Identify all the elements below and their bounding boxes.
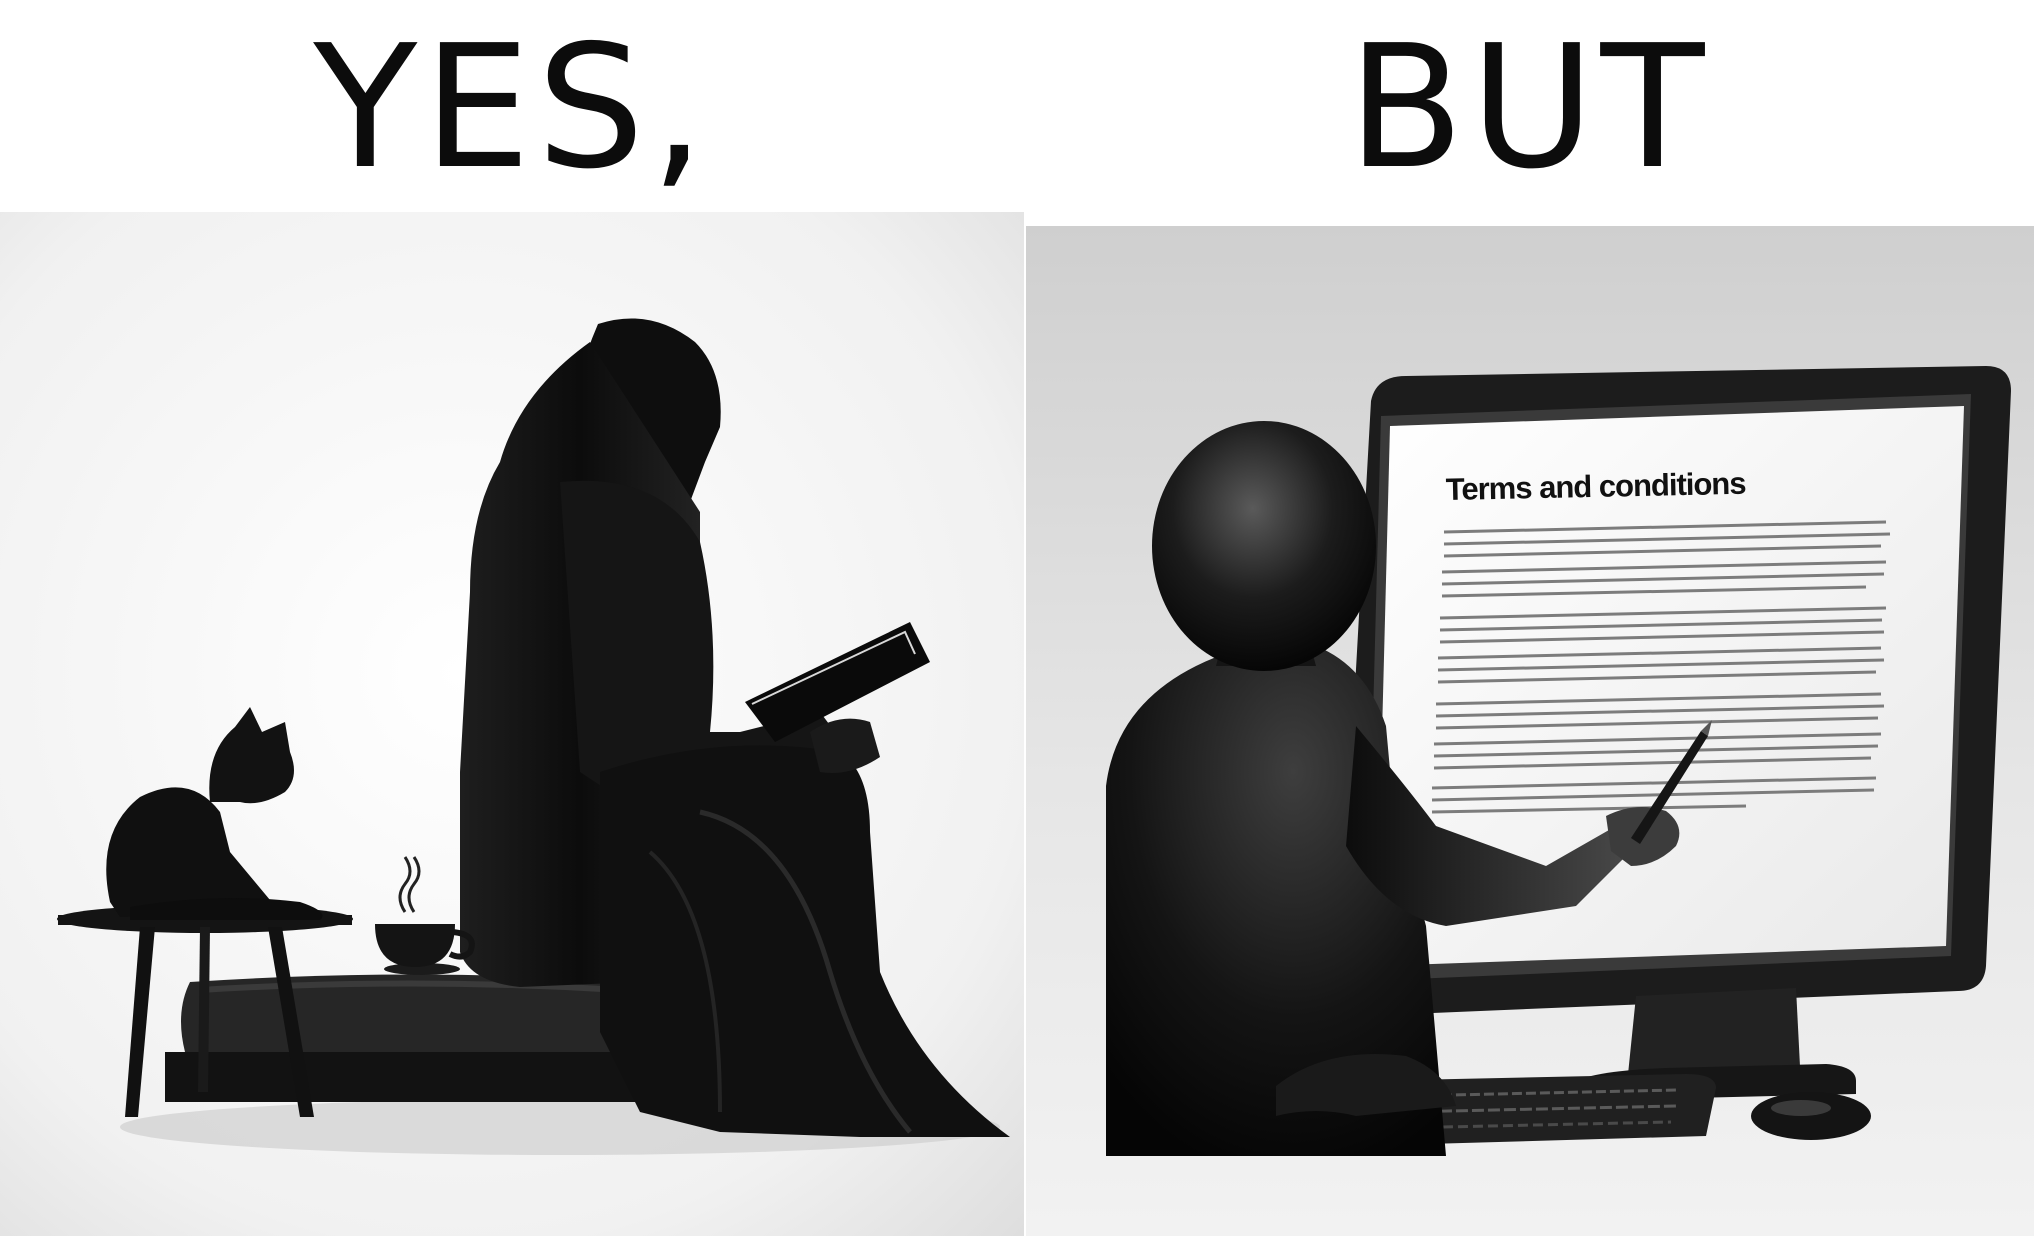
panel-terms-screen: Terms and conditions: [1026, 226, 2034, 1236]
computer-scene: Terms and conditions: [1026, 226, 2034, 1236]
reading-scene: [0, 212, 1024, 1236]
cushion-seat: [165, 974, 635, 1102]
caption-but: BUT: [1347, 9, 1711, 207]
panel-reading-book: [0, 212, 1024, 1236]
caption-yes: YES,: [313, 9, 711, 207]
terms-title: Terms and conditions: [1445, 466, 1745, 507]
mouse: [1751, 1092, 1871, 1140]
